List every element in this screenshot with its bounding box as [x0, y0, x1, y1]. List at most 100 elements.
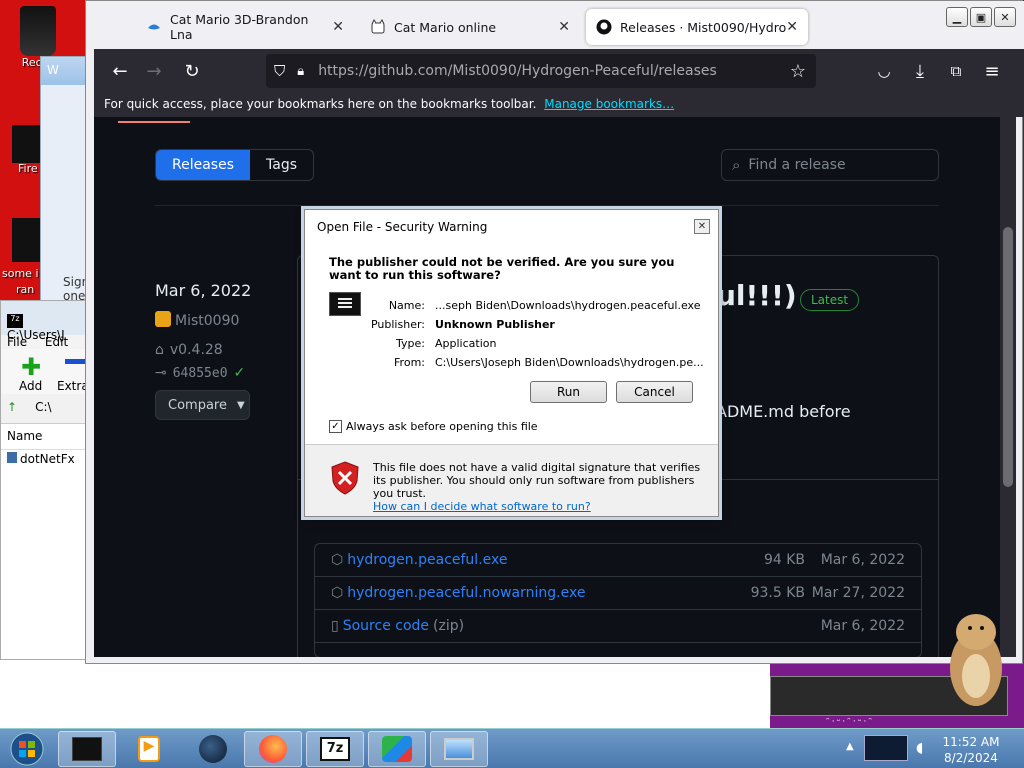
- release-tag[interactable]: ⌂ v0.4.28: [155, 342, 223, 358]
- github-icon: [596, 19, 612, 35]
- find-release-input[interactable]: ⌕ Find a release: [721, 149, 939, 181]
- dialog-title-bar[interactable]: Open File - Security Warning ✕: [305, 210, 718, 244]
- volume-icon[interactable]: ◖: [916, 740, 923, 756]
- field-value: ...seph Biden\Downloads\hydrogen.peacefu…: [435, 299, 701, 312]
- run-button[interactable]: Run: [530, 381, 607, 403]
- taskbar-terminal[interactable]: [58, 731, 116, 767]
- nav-underline: [118, 121, 190, 123]
- desktop-icon-label[interactable]: Fire: [18, 162, 38, 175]
- start-button[interactable]: [2, 731, 52, 767]
- author[interactable]: Mist0090: [155, 311, 239, 329]
- asset-row[interactable]: [315, 643, 921, 657]
- tab-cat-mario-3d[interactable]: Cat Mario 3D-Brandon Lna ✕: [136, 9, 354, 45]
- tracking-shield-icon[interactable]: ⛉: [274, 62, 285, 80]
- lock-icon[interactable]: 🔒︎: [297, 64, 304, 79]
- field-label: Type:: [396, 337, 425, 350]
- show-hidden-icons-icon[interactable]: ▲: [846, 741, 854, 752]
- system-clock[interactable]: 11:52 AM 8/2/2024: [936, 734, 1006, 766]
- cancel-button[interactable]: Cancel: [616, 381, 693, 403]
- extensions-icon[interactable]: ⧉: [942, 57, 970, 85]
- taskbar-globe[interactable]: [184, 731, 242, 767]
- close-tab-icon[interactable]: ✕: [786, 19, 798, 35]
- asset-row[interactable]: ▯ Source code (zip) Mar 6, 2022: [315, 610, 921, 643]
- taskbar-media-player[interactable]: ▶: [120, 731, 178, 767]
- back-button[interactable]: ←: [106, 57, 134, 85]
- tab-title: Cat Mario 3D-Brandon Lna: [170, 12, 309, 42]
- asset-link[interactable]: hydrogen.peaceful.nowarning.exe: [347, 585, 585, 601]
- menu-edit[interactable]: Edit: [45, 335, 68, 349]
- menu-icon[interactable]: ≡: [978, 57, 1006, 85]
- network-people-icon: [382, 736, 412, 762]
- taskbar-firefox[interactable]: [244, 731, 302, 767]
- url-bar[interactable]: ⛉ 🔒︎ https://github.com/Mist0090/Hydroge…: [266, 54, 816, 88]
- desktop-icon-label[interactable]: ran: [16, 283, 34, 296]
- sevenzip-window[interactable]: 7zC:\Users\J File Edit ✚ Add Extrac ↑ C:\…: [0, 300, 95, 660]
- search-icon: ⌕: [732, 156, 741, 174]
- tray-app-icon[interactable]: [864, 735, 908, 761]
- recycle-bin-icon: [20, 6, 56, 56]
- terminal-icon: [72, 737, 102, 761]
- pocket-icon[interactable]: ◡: [870, 57, 898, 85]
- add-button[interactable]: Add: [19, 379, 42, 393]
- desktop-icon-label[interactable]: some i: [2, 267, 39, 280]
- firefox-icon: [259, 735, 287, 763]
- bookmark-star-icon[interactable]: ☆: [784, 57, 812, 85]
- commit-icon: ⊸: [155, 365, 167, 381]
- taskbar-7zip[interactable]: 7z: [306, 731, 364, 767]
- release-title[interactable]: ul!!!): [716, 279, 797, 312]
- compare-button[interactable]: Compare ▼: [155, 390, 250, 420]
- url-host: https://github.com/: [318, 63, 453, 79]
- manage-bookmarks-link[interactable]: Manage bookmarks…: [544, 97, 674, 111]
- field-label: Name:: [388, 299, 425, 312]
- up-folder-icon[interactable]: ↑: [7, 400, 17, 414]
- page-scrollbar[interactable]: [1000, 117, 1016, 657]
- asset-size: 94 KB: [763, 552, 805, 568]
- column-header-name[interactable]: Name: [1, 424, 87, 450]
- start-orb-icon: [10, 732, 44, 766]
- asset-row[interactable]: ⬡ hydrogen.peaceful.exe 94 KB Mar 6, 202…: [315, 544, 921, 577]
- close-window-button[interactable]: ✕: [994, 7, 1016, 27]
- address-bar[interactable]: ↑ C:\: [1, 394, 87, 424]
- menu-file[interactable]: File: [7, 335, 27, 349]
- asset-link[interactable]: hydrogen.peaceful.exe: [347, 552, 507, 568]
- asset-date: Mar 6, 2022: [820, 618, 905, 634]
- globe-icon: [199, 735, 227, 763]
- warning-text: This file does not have a valid digital …: [373, 461, 701, 500]
- field-label: Publisher:: [370, 318, 425, 331]
- dialog-title: Open File - Security Warning: [317, 220, 488, 234]
- minimize-button[interactable]: ▁: [946, 7, 968, 27]
- file-icon: [7, 452, 17, 463]
- reload-button[interactable]: ↻: [178, 57, 206, 85]
- window-title-bar[interactable]: 7zC:\Users\J: [1, 301, 87, 342]
- scrollbar-thumb[interactable]: [1003, 227, 1013, 487]
- close-tab-icon[interactable]: ✕: [558, 19, 570, 35]
- tab-releases[interactable]: Releases · Mist0090/Hydrogen-Peaceful ✕: [586, 9, 808, 45]
- checkbox-checked-icon[interactable]: ✓: [329, 420, 342, 433]
- forward-button[interactable]: →: [140, 57, 168, 85]
- release-commit[interactable]: ⊸ 64855e0 ✓: [155, 365, 245, 381]
- dialog-warning-area: This file does not have a valid digital …: [305, 444, 718, 516]
- url-text: https://github.com/Mist0090/Hydrogen-Pea…: [318, 63, 717, 79]
- asset-link[interactable]: Source code: [343, 618, 429, 634]
- always-ask-checkbox[interactable]: ✓ Always ask before opening this file: [329, 420, 538, 433]
- commit-value: 64855e0: [172, 366, 228, 381]
- downloads-icon[interactable]: ⤓: [906, 57, 934, 85]
- warning-message: This file does not have a valid digital …: [373, 461, 703, 513]
- taskbar-remote-desktop[interactable]: [430, 731, 488, 767]
- maximize-button[interactable]: ▣: [970, 7, 992, 27]
- dialog-close-button[interactable]: ✕: [694, 219, 710, 234]
- release-date: Mar 6, 2022: [155, 281, 252, 300]
- hamster-sticker-image: [944, 606, 1008, 708]
- desktop-background-bottom: [0, 660, 770, 730]
- close-tab-icon[interactable]: ✕: [332, 19, 344, 35]
- media-player-icon: ▶: [138, 736, 160, 762]
- tab-tags-button[interactable]: Tags: [250, 150, 313, 180]
- help-link[interactable]: How can I decide what software to run?: [373, 500, 591, 513]
- taskbar-network[interactable]: [368, 731, 426, 767]
- dialog-body: The publisher could not be verified. Are…: [305, 244, 718, 444]
- taskbar: ▶ 7z ▲ ◖ 11:52 AM 8/2/2024: [0, 728, 1024, 768]
- asset-row[interactable]: ⬡ hydrogen.peaceful.nowarning.exe 93.5 K…: [315, 577, 921, 610]
- tab-cat-mario-online[interactable]: Cat Mario online ✕: [360, 9, 580, 45]
- tab-releases-button[interactable]: Releases: [156, 150, 250, 180]
- list-item[interactable]: dotNetFx: [1, 450, 87, 468]
